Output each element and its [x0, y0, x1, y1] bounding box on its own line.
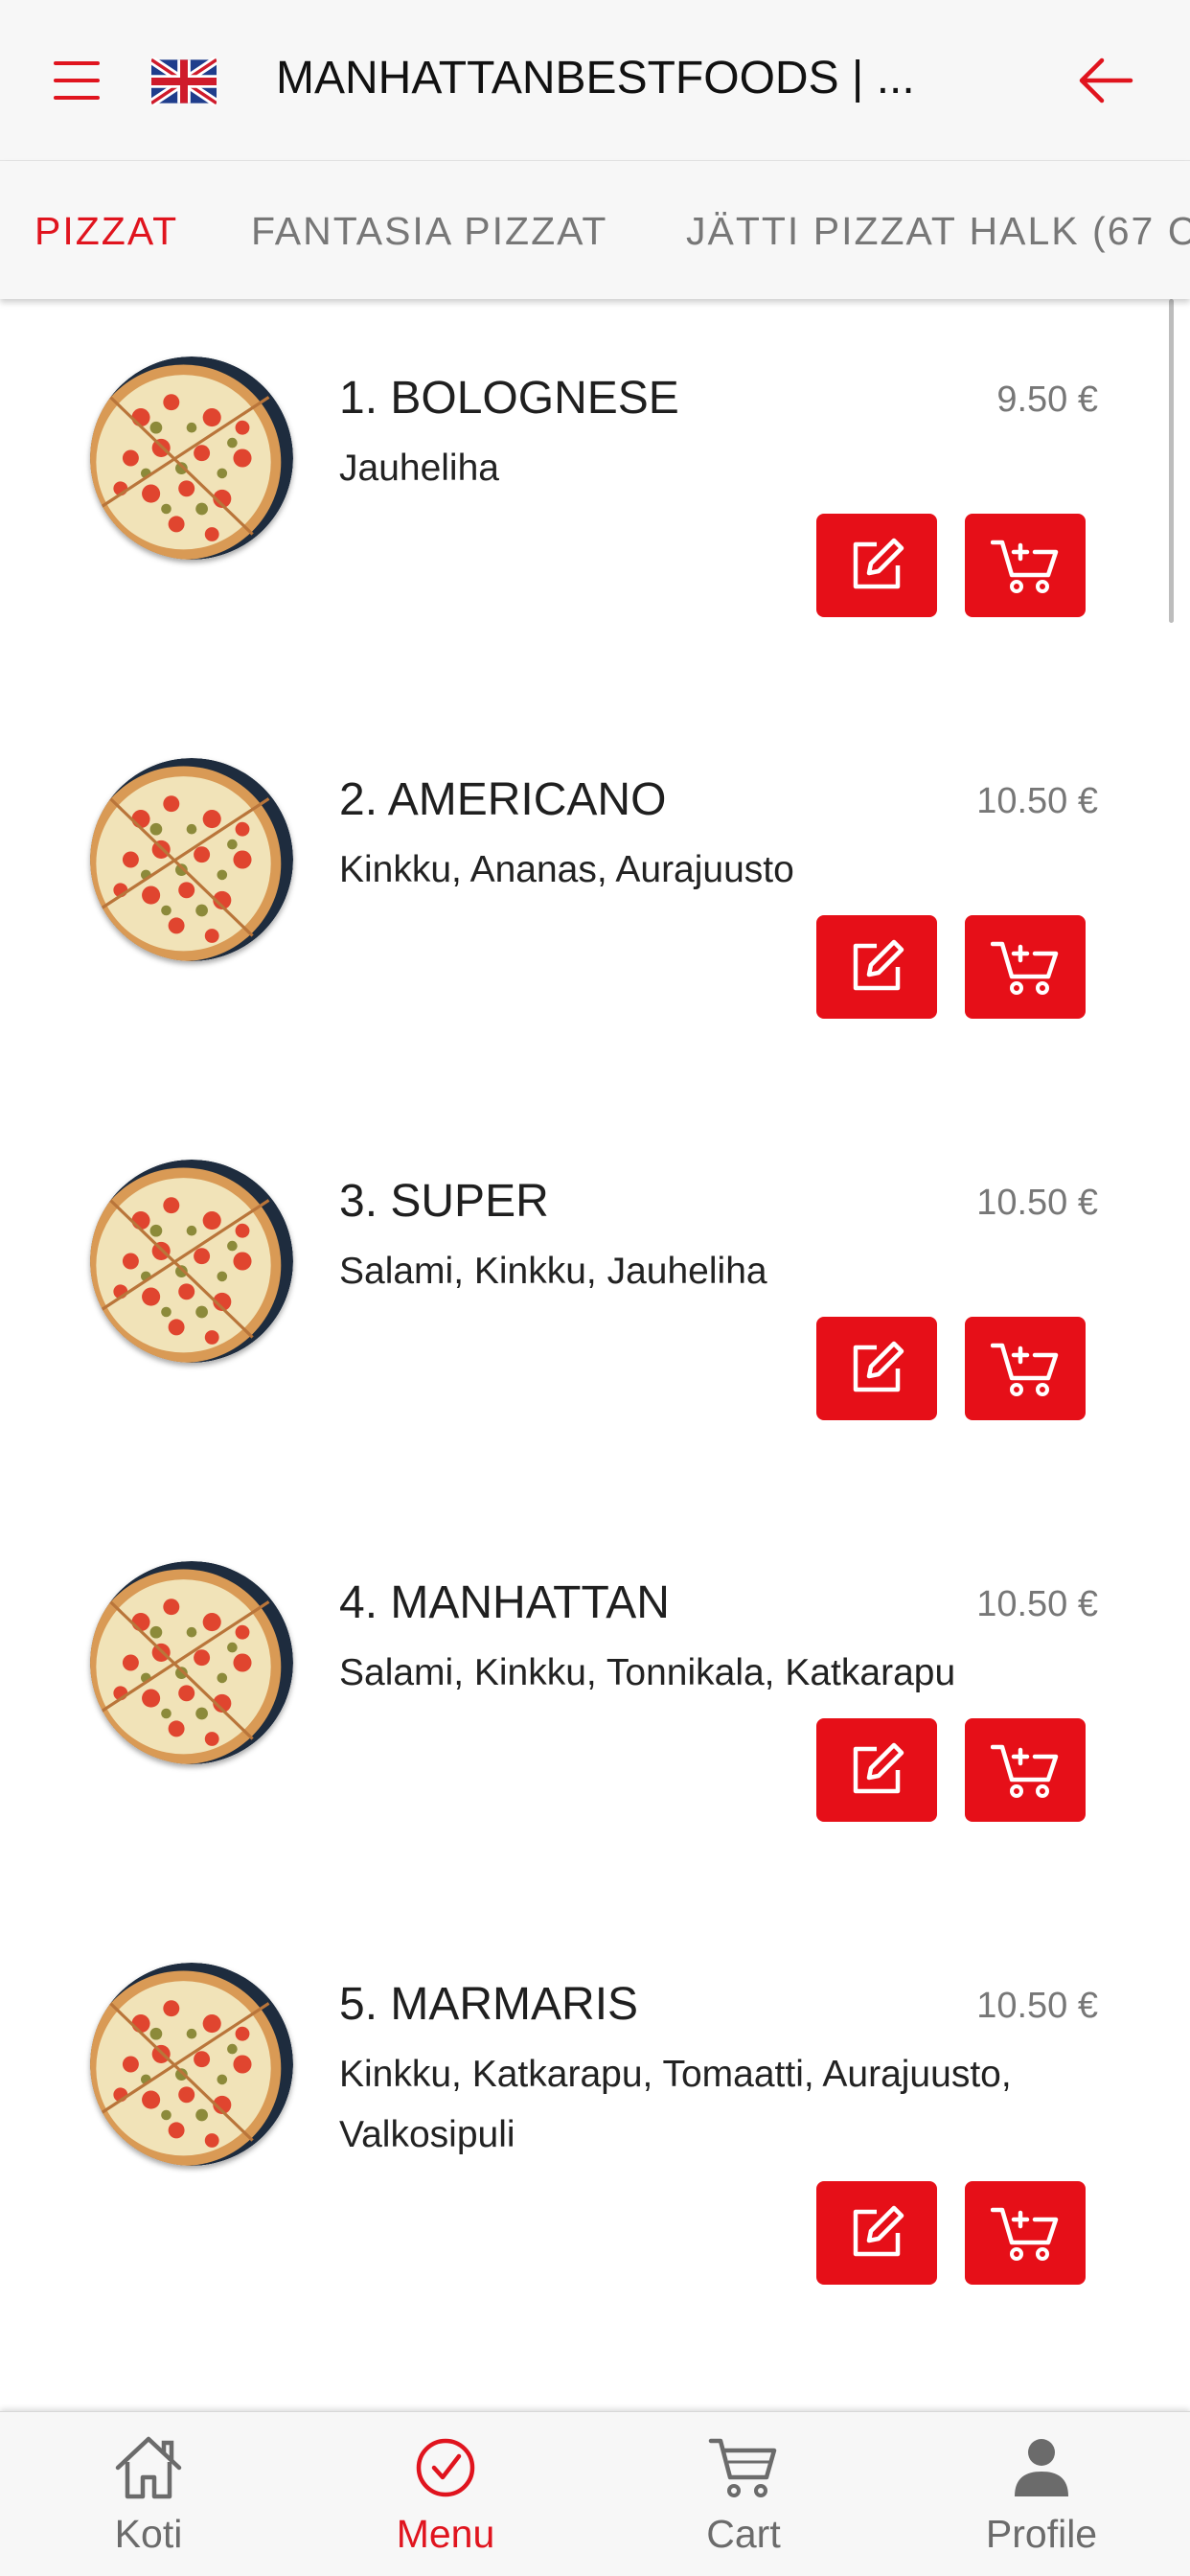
check-circle-icon [416, 2438, 475, 2497]
item-price: 10.50 € [976, 1584, 1098, 1624]
add-to-cart-button[interactable] [965, 915, 1086, 1019]
cart-icon [708, 2438, 777, 2497]
edit-button[interactable] [816, 1317, 937, 1420]
arrow-left-icon [1079, 58, 1133, 104]
edit-button[interactable] [816, 2181, 937, 2285]
nav-koti[interactable]: Koti [0, 2412, 297, 2576]
item-price: 10.50 € [976, 1986, 1098, 2026]
nav-label: Koti [114, 2512, 183, 2556]
item-description: Jauheliha [339, 448, 499, 489]
language-flag-button[interactable] [149, 56, 219, 107]
edit-icon [853, 1341, 904, 1392]
bottom-navigation: Koti Menu Cart Profile [0, 2411, 1190, 2576]
hamburger-menu-button[interactable] [50, 59, 103, 102]
edit-icon [853, 1742, 904, 1794]
add-to-cart-button[interactable] [965, 514, 1086, 617]
scrollbar[interactable] [1169, 299, 1174, 623]
cart-plus-icon [991, 540, 1059, 593]
pizza-image [90, 356, 293, 560]
home-icon [115, 2436, 182, 2499]
uk-flag-icon [149, 56, 219, 107]
item-description: Kinkku, Katkarapu, Tomaatti, Aurajuusto,… [339, 2054, 1012, 2155]
item-description: Salami, Kinkku, Jauheliha [339, 1251, 767, 1292]
tab-jatti-pizzat[interactable]: JÄTTI PIZZAT HALK (67 C [686, 207, 1190, 255]
pizza-image [90, 1561, 293, 1764]
item-name: 4. MANHATTAN [339, 1577, 670, 1628]
nav-menu[interactable]: Menu [297, 2412, 594, 2576]
item-description: Salami, Kinkku, Tonnikala, Katkarapu [339, 1652, 956, 1693]
nav-label: Menu [396, 2512, 495, 2556]
tab-fantasia-pizzat[interactable]: FANTASIA PIZZAT [251, 207, 607, 255]
item-name: 5. MARMARIS [339, 1979, 639, 2030]
app-header: MANHATTANBESTFOODS | ... [0, 0, 1190, 161]
item-name: 2. AMERICANO [339, 774, 667, 825]
item-name: 3. SUPER [339, 1176, 549, 1227]
item-description: Kinkku, Ananas, Aurajuusto [339, 849, 794, 890]
item-price: 10.50 € [976, 781, 1098, 821]
item-price: 9.50 € [996, 380, 1098, 420]
hamburger-icon [54, 61, 100, 65]
pizza-image [90, 758, 293, 961]
cart-plus-icon [991, 1343, 1059, 1396]
item-price: 10.50 € [976, 1183, 1098, 1223]
person-icon [1015, 2439, 1068, 2496]
cart-plus-icon [991, 2207, 1059, 2261]
hamburger-bar [54, 79, 100, 82]
pizza-image [90, 1160, 293, 1363]
cart-plus-icon [991, 941, 1059, 995]
cart-plus-icon [991, 1744, 1059, 1798]
pizza-image [90, 1963, 293, 2166]
edit-button[interactable] [816, 915, 937, 1019]
edit-button[interactable] [816, 514, 937, 617]
nav-cart[interactable]: Cart [595, 2412, 892, 2576]
add-to-cart-button[interactable] [965, 1317, 1086, 1420]
hamburger-bar [54, 96, 100, 100]
page-title: MANHATTANBESTFOODS | ... [276, 53, 915, 104]
nav-profile[interactable]: Profile [893, 2412, 1190, 2576]
add-to-cart-button[interactable] [965, 1718, 1086, 1822]
edit-icon [853, 2205, 904, 2257]
edit-button[interactable] [816, 1718, 937, 1822]
item-name: 1. BOLOGNESE [339, 373, 679, 424]
nav-label: Profile [985, 2512, 1098, 2556]
tab-pizzat[interactable]: PIZZAT [34, 207, 178, 255]
nav-label: Cart [706, 2512, 781, 2556]
edit-icon [853, 939, 904, 991]
add-to-cart-button[interactable] [965, 2181, 1086, 2285]
back-button[interactable] [1077, 56, 1134, 105]
category-tabs: PIZZAT FANTASIA PIZZAT JÄTTI PIZZAT HALK… [0, 161, 1190, 299]
edit-icon [853, 538, 904, 589]
